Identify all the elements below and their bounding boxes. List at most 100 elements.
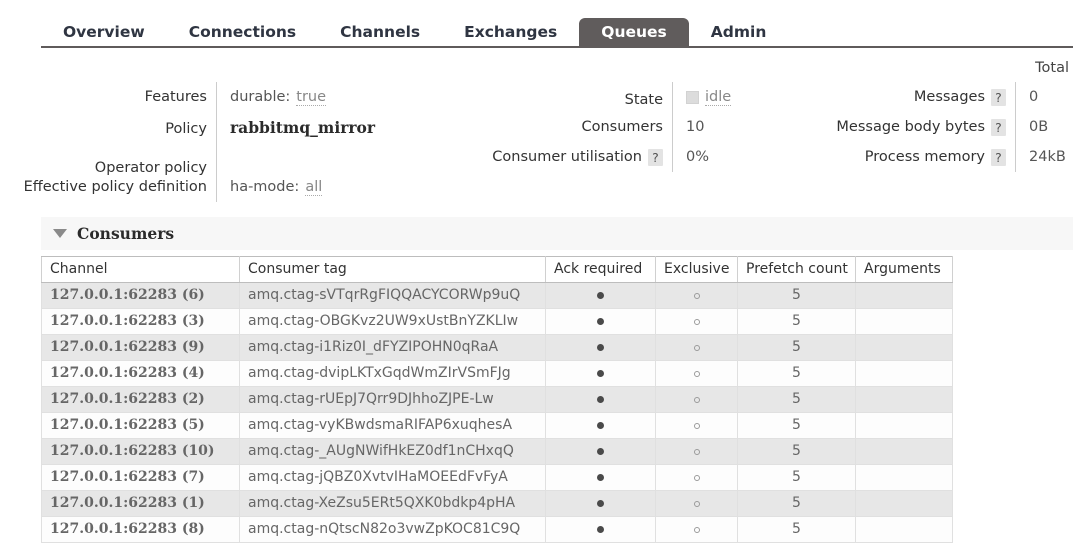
detail-label: Process memory?	[760, 142, 1015, 172]
nav-tab-queues[interactable]: Queues	[579, 17, 689, 48]
prefetch-count-cell: 5	[737, 334, 856, 361]
detail-label: State	[430, 85, 672, 115]
rabbitmq-management-page: Overview Connections Channels Exchanges Queu…	[0, 0, 1073, 545]
detail-value: ha-mode: all	[216, 172, 430, 202]
table-row: 127.0.0.1:62283 (6) amq.ctag-sVTqrRgFIQQA…	[41, 282, 953, 309]
detail-value: idle	[672, 82, 760, 112]
channel-link[interactable]: 127.0.0.1:62283 (7)	[41, 464, 240, 491]
nav-tab-channels[interactable]: Channels	[318, 18, 442, 49]
column-header-arguments[interactable]: Arguments	[855, 256, 953, 283]
column-header-ack-required[interactable]: Ack required	[545, 256, 656, 283]
consumers-section-header[interactable]: Consumers	[41, 217, 1073, 250]
main-navigation: Overview Connections Channels Exchanges Queu…	[41, 8, 1073, 48]
detail-value-text[interactable]: rabbitmq_mirror	[230, 118, 375, 137]
help-icon[interactable]: ?	[648, 148, 663, 166]
channel-link[interactable]: 127.0.0.1:62283 (6)	[41, 282, 240, 309]
hollow-dot-icon	[693, 345, 700, 351]
prefetch-count-cell: 5	[737, 386, 856, 413]
detail-value: 0%	[672, 142, 760, 172]
caret-down-icon[interactable]	[53, 229, 67, 238]
column-header-prefetch-count[interactable]: Prefetch count	[737, 256, 856, 283]
column-header-consumer-tag[interactable]: Consumer tag	[239, 256, 546, 283]
channel-link[interactable]: 127.0.0.1:62283 (2)	[41, 386, 240, 413]
filled-dot-icon	[597, 396, 604, 403]
consumer-tag: amq.ctag-sVTqrRgFIQQACYCORWp9uQ	[239, 282, 546, 309]
detail-label: Message body bytes?	[760, 112, 1015, 142]
table-row: 127.0.0.1:62283 (8) amq.ctag-nQtscN82o3vw…	[41, 516, 953, 543]
ack-required-cell	[545, 412, 656, 439]
detail-label-text: Messages	[913, 89, 985, 105]
detail-value-text: 0	[1029, 89, 1039, 105]
hollow-dot-icon	[693, 293, 700, 299]
help-icon[interactable]: ?	[991, 88, 1006, 106]
state-indicator-icon	[686, 90, 699, 104]
detail-label: Messages?	[760, 82, 1015, 112]
table-row: 127.0.0.1:62283 (2) amq.ctag-rUEpJ7Qrr9DJ…	[41, 386, 953, 413]
column-header-channel[interactable]: Channel	[41, 256, 240, 283]
filled-dot-icon	[597, 292, 604, 299]
nav-tab-admin[interactable]: Admin	[689, 18, 789, 49]
ack-required-cell	[545, 282, 656, 309]
arguments-cell	[855, 464, 953, 491]
ack-required-cell	[545, 360, 656, 387]
hollow-dot-icon	[693, 423, 700, 429]
column-header-exclusive[interactable]: Exclusive	[655, 256, 738, 283]
consumers-table-wrapper: Channel Consumer tag Ack required Exclusive…	[41, 256, 953, 543]
consumer-tag: amq.ctag-rUEpJ7Qrr9DJhhoZJPE-Lw	[239, 386, 546, 413]
filled-dot-icon	[597, 500, 604, 507]
status-badge: idle	[705, 88, 732, 106]
detail-value-text: ha-mode:	[230, 179, 300, 195]
exclusive-cell	[655, 516, 738, 543]
detail-label: Consumer utilisation?	[430, 142, 672, 172]
exclusive-cell	[655, 412, 738, 439]
filled-dot-icon	[597, 370, 604, 377]
channel-link[interactable]: 127.0.0.1:62283 (4)	[41, 360, 240, 387]
detail-value: 0B	[1015, 112, 1073, 142]
channel-link[interactable]: 127.0.0.1:62283 (5)	[41, 412, 240, 439]
channel-link[interactable]: 127.0.0.1:62283 (1)	[41, 490, 240, 517]
detail-value: 10	[672, 112, 760, 142]
nav-tab-overview[interactable]: Overview	[41, 18, 167, 49]
channel-link[interactable]: 127.0.0.1:62283 (8)	[41, 516, 240, 543]
arguments-cell	[855, 412, 953, 439]
consumer-tag: amq.ctag-jQBZ0XvtvIHaMOEEdFvFyA	[239, 464, 546, 491]
consumers-table-head: Channel Consumer tag Ack required Exclusive…	[41, 256, 953, 283]
filled-dot-icon	[597, 318, 604, 325]
channel-link[interactable]: 127.0.0.1:62283 (3)	[41, 308, 240, 335]
arguments-cell	[855, 490, 953, 517]
detail-value	[216, 142, 430, 172]
nav-tab-exchanges[interactable]: Exchanges	[442, 18, 579, 49]
channel-link[interactable]: 127.0.0.1:62283 (9)	[41, 334, 240, 361]
help-icon[interactable]: ?	[991, 118, 1006, 136]
ack-required-cell	[545, 516, 656, 543]
consumer-tag: amq.ctag-i1Riz0I_dFYZIPOHN0qRaA	[239, 334, 546, 361]
table-header-row: Channel Consumer tag Ack required Exclusive…	[41, 256, 953, 283]
prefetch-count-cell: 5	[737, 464, 856, 491]
help-icon[interactable]: ?	[991, 148, 1006, 166]
details-group-state: State idle Consumers 10 Consumer utilisation…	[430, 60, 760, 172]
arguments-cell	[855, 386, 953, 413]
exclusive-cell	[655, 334, 738, 361]
table-row: 127.0.0.1:62283 (4) amq.ctag-dvipLKTxGqdW…	[41, 360, 953, 387]
consumer-tag: amq.ctag-_AUgNWifHkEZ0df1nCHxqQ	[239, 438, 546, 465]
hollow-dot-icon	[693, 449, 700, 455]
consumer-tag: amq.ctag-dvipLKTxGqdWmZIrVSmFJg	[239, 360, 546, 387]
channel-link[interactable]: 127.0.0.1:62283 (10)	[41, 438, 240, 465]
detail-row: Policy rabbitmq_mirror	[0, 112, 430, 142]
arguments-cell	[855, 360, 953, 387]
table-row: 127.0.0.1:62283 (5) amq.ctag-vyKBwdsmaRIF…	[41, 412, 953, 439]
ack-required-cell	[545, 438, 656, 465]
table-row: 127.0.0.1:62283 (10) amq.ctag-_AUgNWifHkE…	[41, 438, 953, 465]
consumer-tag: amq.ctag-XeZsu5ERt5QXK0bdkp4pHA	[239, 490, 546, 517]
detail-row: Process memory? 24kB	[760, 142, 1073, 172]
detail-value: durable: true	[216, 82, 430, 112]
exclusive-cell	[655, 360, 738, 387]
nav-tab-connections[interactable]: Connections	[167, 18, 318, 49]
detail-value-annotated: true	[296, 88, 327, 106]
prefetch-count-cell: 5	[737, 412, 856, 439]
prefetch-count-cell: 5	[737, 308, 856, 335]
consumers-section-title: Consumers	[77, 224, 175, 243]
filled-dot-icon	[597, 422, 604, 429]
filled-dot-icon	[597, 474, 604, 481]
hollow-dot-icon	[693, 319, 700, 325]
